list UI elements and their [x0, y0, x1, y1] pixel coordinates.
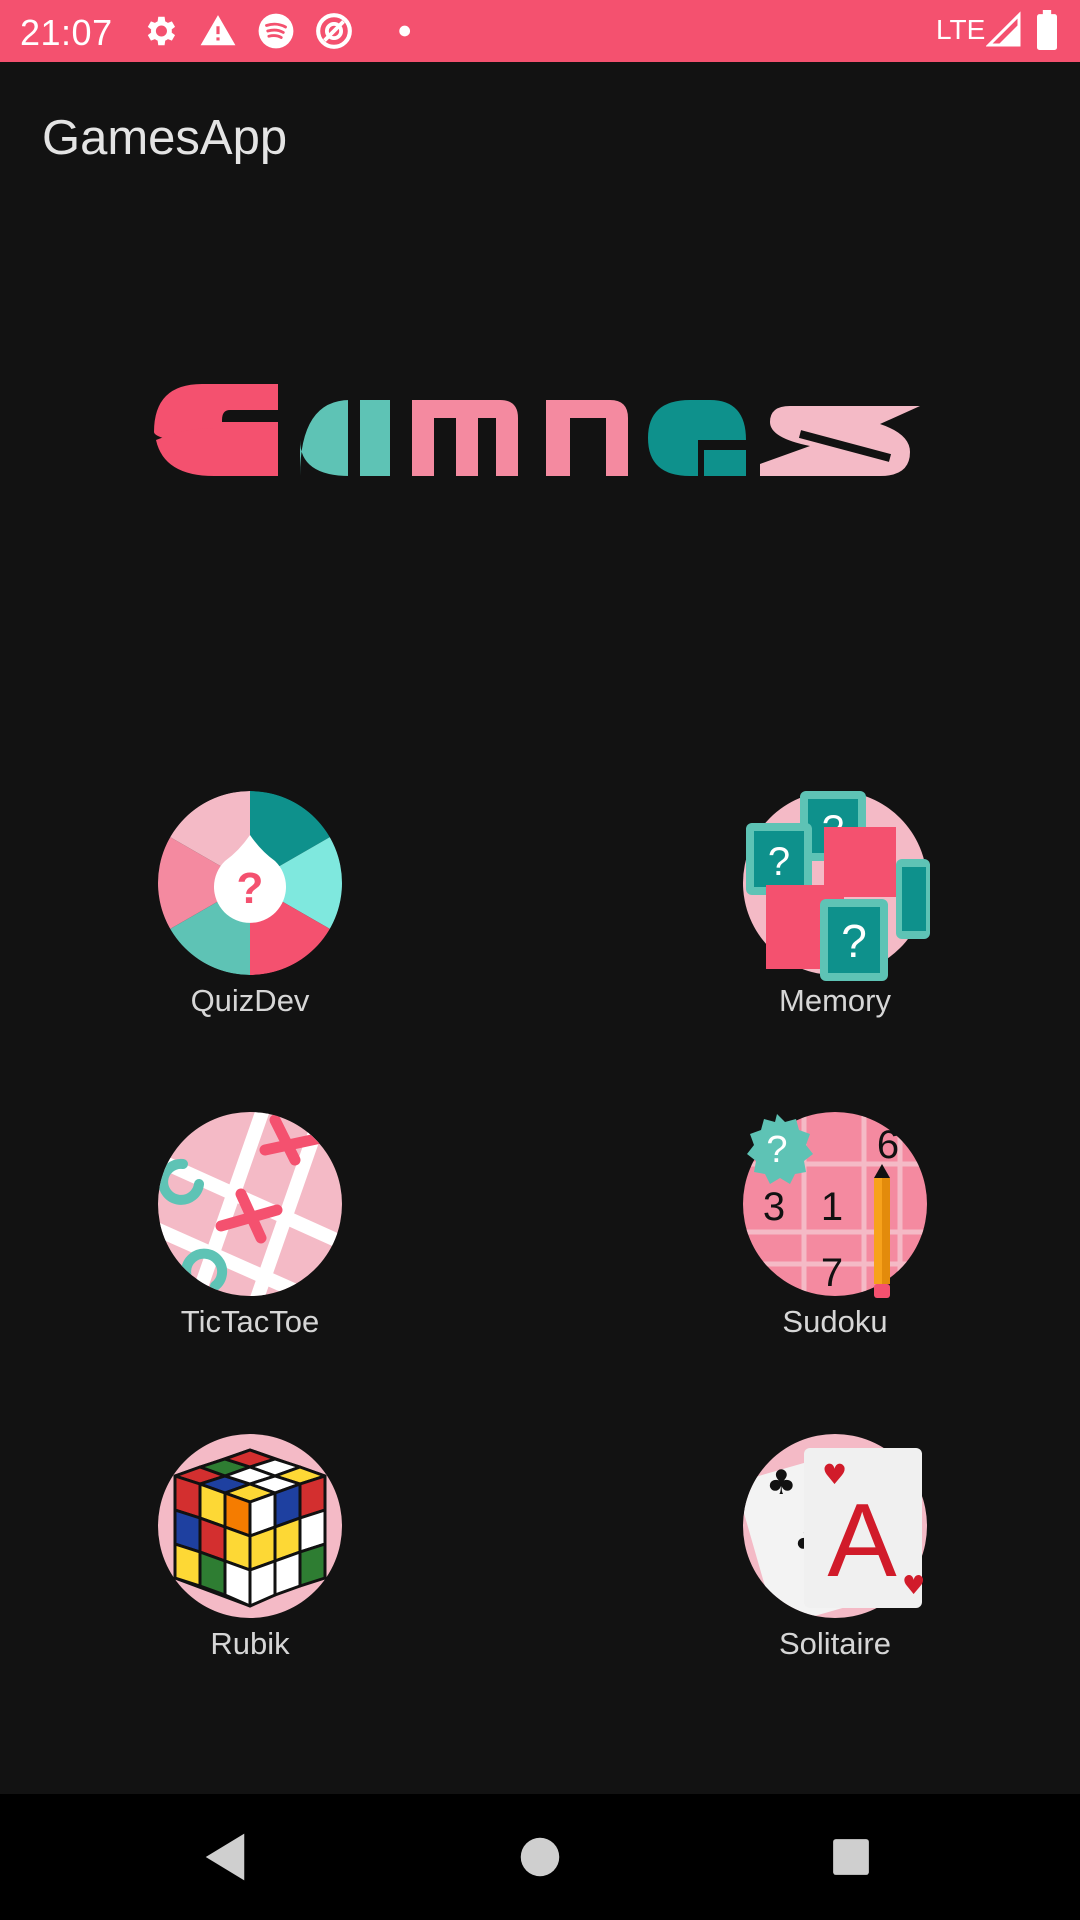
- game-memory[interactable]: ? ? ? Memory: [685, 791, 945, 1043]
- gear-icon: [147, 16, 176, 46]
- svg-text:?: ?: [841, 915, 867, 967]
- svg-text:?: ?: [766, 1129, 787, 1171]
- svg-text:3: 3: [763, 1185, 785, 1229]
- sudoku-icon: ? 6 3 1 7: [743, 1112, 927, 1298]
- game-quizdev[interactable]: ? QuizDev: [100, 791, 360, 1043]
- svg-text:6: 6: [877, 1123, 899, 1167]
- signal-icon: [986, 11, 1021, 47]
- svg-text:?: ?: [768, 840, 790, 884]
- playing-cards-icon: ♣ ♣ ♥ ♥ A: [743, 1434, 927, 1618]
- status-bar: 21:07 LTE: [0, 0, 1080, 62]
- game-rubik[interactable]: Rubik: [100, 1434, 360, 1686]
- home-icon[interactable]: [507, 1824, 573, 1890]
- dot-icon: [399, 25, 411, 37]
- rubik-cube-icon: [158, 1434, 342, 1618]
- app-title: GamesApp: [42, 111, 288, 165]
- app-bar: GamesApp: [0, 62, 1080, 212]
- svg-text:♣: ♣: [766, 1463, 796, 1503]
- game-label: TicTacToe: [180, 1304, 320, 1339]
- games-logo: [154, 384, 920, 476]
- warning-icon: [200, 15, 236, 46]
- game-solitaire[interactable]: ♣ ♣ ♥ ♥ A Solitaire: [685, 1434, 945, 1686]
- network-type: LTE: [936, 14, 986, 45]
- navigation-bar: [0, 1794, 1080, 1920]
- memory-cards-icon: ? ? ?: [743, 791, 930, 981]
- game-label: Sudoku: [782, 1304, 888, 1339]
- target-icon: [316, 13, 352, 49]
- tictactoe-icon: [158, 1112, 342, 1296]
- game-label: Memory: [779, 983, 891, 1018]
- quiz-wheel-icon: ?: [158, 791, 342, 975]
- battery-icon: [1037, 10, 1057, 50]
- game-sudoku[interactable]: ? 6 3 1 7 Sudoku: [685, 1112, 945, 1364]
- game-label: QuizDev: [190, 983, 310, 1018]
- game-tictactoe[interactable]: TicTacToe: [100, 1112, 360, 1364]
- back-icon[interactable]: [192, 1824, 258, 1890]
- svg-text:?: ?: [237, 864, 264, 913]
- svg-text:♥: ♥: [902, 1571, 925, 1601]
- game-label: Solitaire: [779, 1626, 891, 1661]
- spotify-icon: [258, 13, 294, 49]
- svg-text:A: A: [827, 1483, 897, 1599]
- svg-text:7: 7: [821, 1251, 843, 1295]
- recents-icon[interactable]: [818, 1824, 884, 1890]
- game-label: Rubik: [210, 1626, 290, 1661]
- status-time: 21:07: [20, 12, 113, 53]
- svg-text:1: 1: [821, 1185, 843, 1229]
